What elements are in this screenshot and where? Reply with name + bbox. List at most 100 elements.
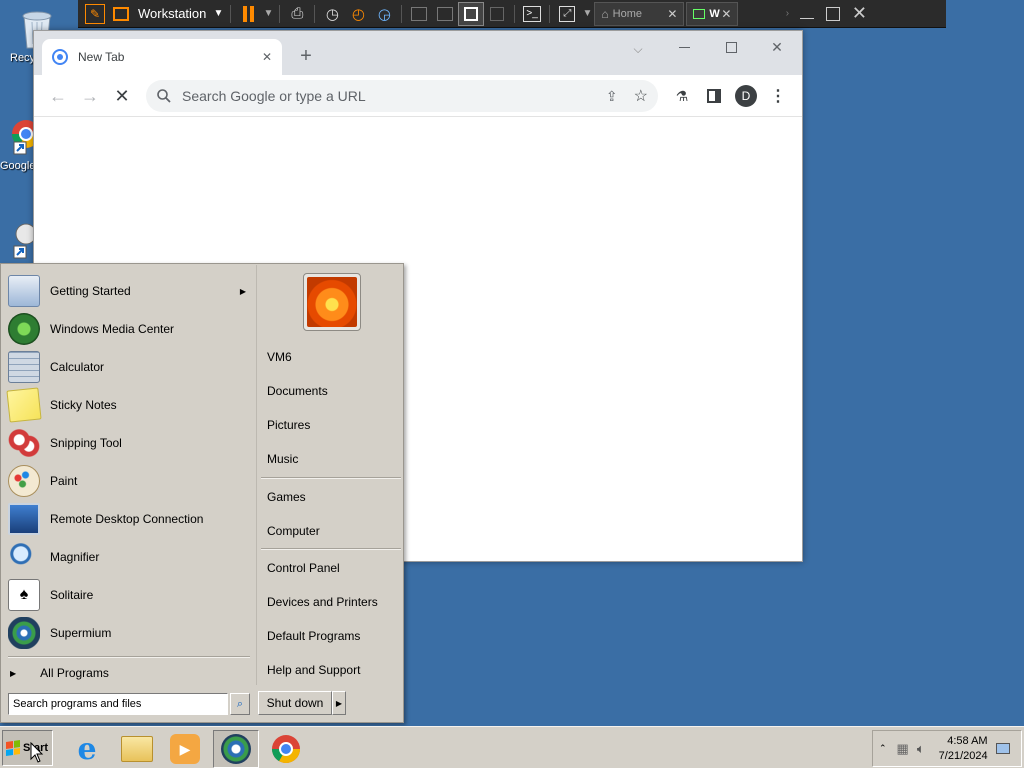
maximize-icon [725, 41, 737, 53]
paint-icon [8, 465, 40, 497]
fullscreen-button[interactable] [458, 1, 485, 26]
forward-button[interactable]: → [78, 84, 102, 108]
close-button[interactable]: ✕ [765, 35, 789, 59]
minimize-button[interactable] [672, 35, 696, 59]
show-desktop-icon[interactable] [995, 743, 1010, 754]
start-menu-item-label: Windows Media Center [50, 322, 175, 336]
close-icon[interactable]: ✕ [667, 7, 677, 21]
start-menu-place[interactable]: Games [267, 487, 306, 507]
back-button[interactable]: ← [46, 84, 70, 108]
vm-tab-label: W [709, 7, 720, 20]
start-menu-place[interactable]: Music [267, 449, 298, 469]
sidebar-toggle-button[interactable] [406, 2, 432, 26]
taskbar-media-player[interactable]: ▶ [162, 730, 208, 768]
power-dropdown-button[interactable]: ▼ [261, 2, 275, 26]
snapshot-button[interactable]: ◷ [319, 2, 345, 26]
new-tab-button[interactable]: + [294, 44, 318, 68]
close-icon[interactable]: ✕ [721, 7, 731, 21]
profile-button[interactable]: D [734, 84, 758, 108]
network-icon[interactable]: ▦ [897, 741, 909, 757]
start-menu-item[interactable]: Calculator [8, 349, 252, 385]
menu-button[interactable]: ⋮ [766, 84, 790, 108]
start-menu-item[interactable]: Paint [8, 463, 252, 499]
revert-snapshot-button[interactable]: ◴ [345, 2, 371, 26]
restore-button[interactable] [820, 2, 846, 26]
shutdown-button[interactable]: Shut down [258, 691, 332, 715]
search-button[interactable]: ⌕ [230, 693, 250, 715]
tab-search-button[interactable]: ⌵ [626, 37, 650, 61]
fullscreen-icon [464, 6, 479, 21]
start-menu-item[interactable]: Windows Media Center [8, 311, 252, 347]
getting-started-icon [8, 275, 40, 307]
unity-button[interactable] [484, 2, 510, 26]
taskbar-supermium[interactable] [213, 730, 259, 768]
show-hidden-icons-button[interactable]: ⌃ [879, 743, 887, 754]
revert-icon: ◴ [351, 5, 365, 23]
start-menu-place[interactable]: Control Panel [267, 558, 340, 578]
start-button[interactable]: Start [2, 730, 53, 766]
start-menu-item[interactable]: Getting Started ▶ [8, 273, 252, 309]
search-input[interactable]: Search programs and files [13, 698, 141, 710]
start-menu-item[interactable]: Sticky Notes [6, 387, 252, 423]
search-icon: ⌕ [236, 697, 244, 710]
start-menu-place[interactable]: Help and Support [267, 660, 360, 680]
shutdown-options-button[interactable]: ▶ [332, 691, 346, 715]
pause-button[interactable] [235, 2, 261, 26]
pin-button[interactable]: ✎ [82, 2, 108, 26]
vm-icon [693, 8, 706, 19]
close-icon[interactable]: ✕ [262, 50, 272, 64]
chevron-down-icon: ▼ [582, 8, 593, 19]
start-menu-item-label: Solitaire [50, 588, 94, 602]
send-keys-button[interactable]: ⎙ [284, 2, 310, 26]
console-button[interactable]: >_ [519, 2, 545, 26]
start-menu-item-label: Sticky Notes [50, 398, 117, 412]
taskbar-chrome[interactable] [263, 730, 309, 768]
start-menu-place[interactable]: Devices and Printers [267, 592, 378, 612]
taskbar-file-explorer[interactable] [114, 730, 160, 768]
clock[interactable]: 4:58 AM 7/21/2024 [939, 734, 988, 764]
vm-tab-active[interactable]: W ✕ [686, 1, 739, 26]
share-icon[interactable]: ⇪ [606, 88, 618, 105]
maximize-button[interactable] [719, 35, 743, 59]
taskbar-internet-explorer[interactable]: e [64, 730, 110, 768]
vm-dropdown-button[interactable]: ▼ [210, 2, 226, 26]
labs-button[interactable]: ⚗ [670, 84, 694, 108]
chevron-down-icon: ▼ [263, 8, 274, 19]
chevron-right-icon: › [785, 8, 790, 19]
start-menu-place[interactable]: Documents [267, 381, 328, 401]
snapshot-manager-button[interactable]: ◶ [371, 2, 397, 26]
close-icon: ✕ [771, 38, 783, 55]
close-button[interactable]: ✕ [846, 2, 872, 26]
tab-new-tab[interactable]: New Tab ✕ [42, 39, 282, 75]
stop-button[interactable]: ✕ [110, 84, 134, 108]
arrow-left-icon: ← [49, 85, 67, 106]
volume-icon[interactable]: 🔈︎ [917, 741, 925, 757]
omnibox[interactable]: Search Google or type a URL ⇪ ☆ [146, 80, 658, 112]
start-menu-item[interactable]: Snipping Tool [8, 425, 252, 461]
all-programs-button[interactable]: ▶ All Programs [10, 663, 250, 683]
start-menu-place[interactable]: Computer [267, 521, 320, 541]
vm-tab-home[interactable]: ⌂ Home ✕ [594, 1, 685, 26]
star-icon[interactable]: ☆ [634, 86, 648, 106]
start-menu-item[interactable]: Remote Desktop Connection [8, 501, 252, 537]
all-programs-label: All Programs [40, 666, 109, 680]
start-menu-places: VM6 Documents Pictures Music Games Computer Co… [256, 265, 403, 685]
user-picture[interactable] [303, 273, 361, 331]
minimize-button[interactable] [794, 2, 820, 26]
thumbnail-bar-button[interactable] [432, 2, 458, 26]
side-panel-button[interactable] [702, 84, 726, 108]
start-menu-place[interactable]: Default Programs [267, 626, 360, 646]
search-field[interactable]: Search programs and files [8, 693, 228, 715]
unity-icon [490, 6, 505, 21]
home-icon: ⌂ [601, 6, 609, 21]
start-menu-item[interactable]: Magnifier [8, 539, 252, 575]
start-menu-place[interactable]: VM6 [267, 347, 292, 367]
start-menu-place[interactable]: Pictures [267, 415, 310, 435]
start-menu-item[interactable]: Supermium [8, 615, 252, 651]
start-menu-item[interactable]: ♠ Solitaire [8, 577, 252, 613]
stretch-button[interactable]: ⤢ [554, 2, 580, 26]
start-menu-item-label: Getting Started [50, 284, 131, 298]
stretch-dropdown-button[interactable]: ▼ [580, 2, 594, 26]
scroll-tabs-button[interactable]: › [780, 2, 794, 26]
vm-icon-button[interactable] [108, 2, 134, 26]
